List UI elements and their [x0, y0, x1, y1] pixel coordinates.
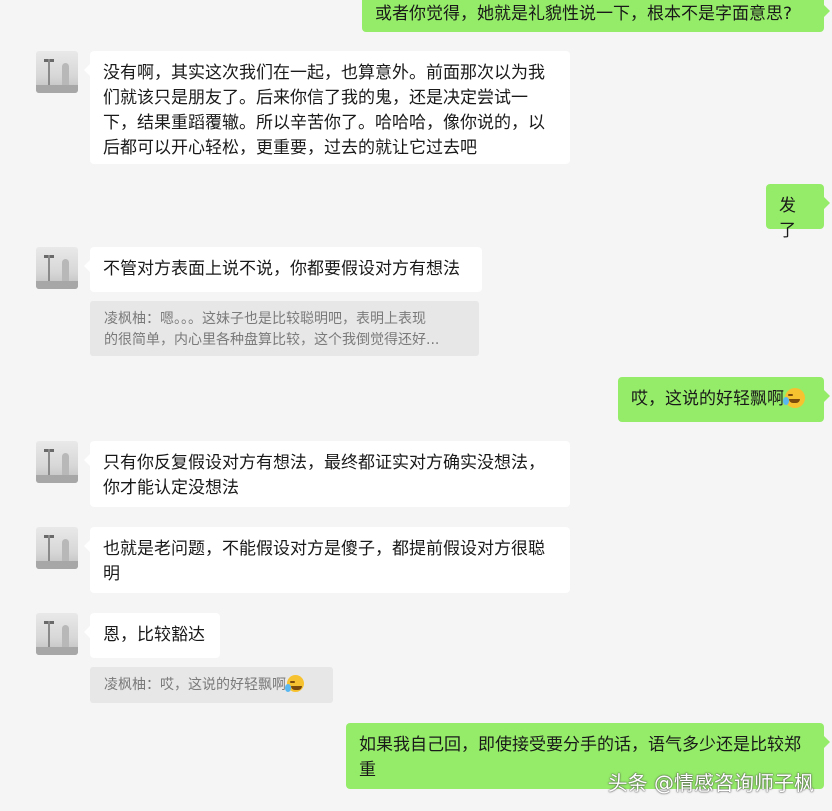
contact-avatar[interactable]: [36, 247, 78, 289]
outgoing-message-bubble[interactable]: 发了: [766, 184, 830, 241]
message-text: 不管对方表面上说不说，你都要假设对方有想法: [103, 259, 460, 279]
message-text: 也就是老问题，不能假设对方是傻子，都提前假设对方很聪明: [103, 539, 545, 584]
laugh-cry-emoji-icon: [783, 388, 805, 408]
message-text: 发了: [779, 196, 796, 241]
incoming-message-bubble[interactable]: 不管对方表面上说不说，你都要假设对方有想法: [84, 247, 482, 292]
watermark-text: 头条 @情感咨询师子枫: [607, 771, 814, 795]
message-text: 只有你反复假设对方有想法，最终都证实对方确实没想法，你才能认定没想法: [103, 453, 545, 498]
outgoing-message-bubble[interactable]: 哎，这说的好轻飘啊: [618, 377, 830, 422]
contact-avatar[interactable]: [36, 51, 78, 93]
incoming-message-bubble[interactable]: 恩，比较豁达: [84, 613, 220, 658]
quoted-message[interactable]: 凌枫柚：哎，这说的好轻飘啊: [90, 667, 333, 703]
contact-avatar[interactable]: [36, 527, 78, 569]
message-text: 哎，这说的好轻飘啊: [631, 389, 784, 409]
outgoing-message-bubble[interactable]: 或者你觉得，她就是礼貌性说一下，根本不是字面意思?: [362, 0, 830, 32]
incoming-message-bubble[interactable]: 只有你反复假设对方有想法，最终都证实对方确实没想法，你才能认定没想法: [84, 441, 570, 507]
quote-text-line-1: 凌枫柚：嗯。。。这妹子也是比较聪明吧，表明上表现: [104, 311, 426, 327]
contact-avatar[interactable]: [36, 441, 78, 483]
message-text: 恩，比较豁达: [103, 625, 205, 645]
laugh-cry-emoji-icon: [285, 675, 304, 692]
contact-avatar[interactable]: [36, 613, 78, 655]
quote-text: 凌枫柚：哎，这说的好轻飘啊: [104, 677, 286, 693]
message-text: 或者你觉得，她就是礼貌性说一下，根本不是字面意思?: [375, 4, 793, 24]
message-text: 没有啊，其实这次我们在一起，也算意外。前面那次以为我们就该只是朋友了。后来你信了…: [103, 63, 545, 158]
quote-text-line-2: 的很简单，内心里各种盘算比较，这个我倒觉得还好...: [104, 332, 440, 348]
quoted-message[interactable]: 凌枫柚：嗯。。。这妹子也是比较聪明吧，表明上表现 的很简单，内心里各种盘算比较，…: [90, 301, 479, 356]
incoming-message-bubble[interactable]: 没有啊，其实这次我们在一起，也算意外。前面那次以为我们就该只是朋友了。后来你信了…: [84, 51, 570, 164]
incoming-message-bubble[interactable]: 也就是老问题，不能假设对方是傻子，都提前假设对方很聪明: [84, 527, 570, 593]
